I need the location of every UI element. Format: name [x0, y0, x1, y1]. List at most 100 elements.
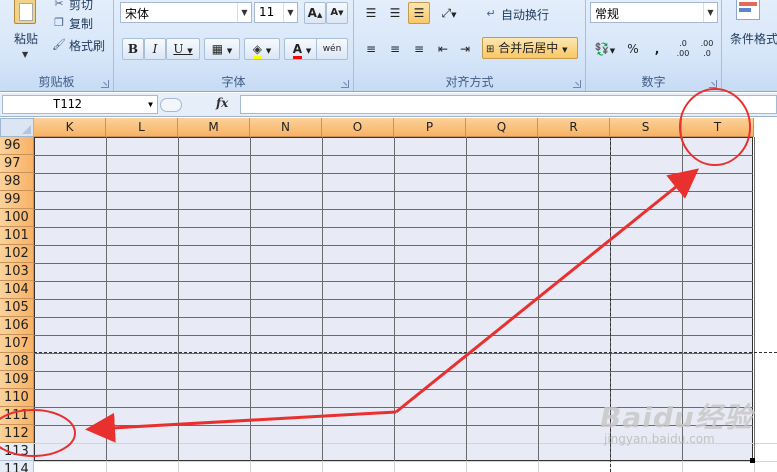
styles-group: 条件格式: [722, 0, 777, 91]
increase-decimal-button[interactable]: .0 .00: [672, 38, 694, 60]
name-box[interactable]: T112 ▼: [2, 95, 158, 114]
chevron-down-icon: ▼: [226, 47, 233, 55]
align-top-button[interactable]: ☰: [360, 2, 382, 24]
column-header-r[interactable]: R: [538, 118, 610, 137]
decrease-indent-button[interactable]: ⇤: [432, 38, 454, 60]
align-bottom-button[interactable]: ☰: [408, 2, 430, 24]
align-middle-button[interactable]: ☰: [384, 2, 406, 24]
format-painter-button[interactable]: 🖌 格式刷: [52, 35, 105, 55]
conditional-format-button[interactable]: 条件格式: [730, 28, 777, 48]
borders-button[interactable]: ▦ ▼: [204, 38, 240, 60]
merge-center-button[interactable]: ⊞ 合并后居中 ▼: [482, 37, 578, 59]
clipboard-launcher-icon[interactable]: [101, 80, 109, 88]
number-format-select[interactable]: 常规 ▼: [590, 2, 718, 23]
ribbon: 粘贴 ▼ ✂ 剪切 ❐ 复制 🖌 格式刷 剪贴板 宋体 ▼ 11 ▼ A▲ A▼…: [0, 0, 777, 92]
paste-dropdown-icon[interactable]: ▼: [22, 50, 28, 59]
row-header-100[interactable]: 100: [0, 209, 34, 227]
column-header-n[interactable]: N: [250, 118, 322, 137]
alignment-group-label: 对齐方式: [445, 75, 494, 89]
conditional-format-icon: [736, 0, 760, 20]
clipboard-group: 粘贴 ▼ ✂ 剪切 ❐ 复制 🖌 格式刷 剪贴板: [0, 0, 114, 91]
row-header-113[interactable]: 113: [0, 443, 34, 461]
chevron-down-icon: ▼: [305, 47, 312, 55]
paste-button[interactable]: 粘贴 ▼: [6, 0, 46, 66]
align-center-button[interactable]: ≡: [384, 38, 406, 60]
decrease-decimal-button[interactable]: .00 .0: [696, 38, 718, 60]
baidu-watermark: Baidu经验 jingyan.baidu.com: [600, 401, 753, 446]
font-name-select[interactable]: 宋体 ▼: [120, 2, 252, 23]
font-color-button[interactable]: A ▼: [284, 38, 320, 60]
grow-arrow-icon: ▲: [316, 11, 323, 19]
border-grid-icon: ▦: [211, 42, 224, 56]
page-break-horizontal: [34, 352, 777, 353]
chevron-down-icon: ▼: [451, 11, 457, 19]
underline-button[interactable]: U ▼: [166, 38, 200, 60]
row-header-107[interactable]: 107: [0, 335, 34, 353]
select-all-corner[interactable]: [0, 118, 34, 137]
align-left-button[interactable]: ≡: [360, 38, 382, 60]
currency-icon: 💱: [594, 42, 610, 56]
row-header-109[interactable]: 109: [0, 371, 34, 389]
insert-function-icon[interactable]: fx: [216, 96, 228, 110]
cut-button[interactable]: ✂ 剪切: [52, 0, 93, 14]
formula-bar-splitter[interactable]: [160, 98, 182, 112]
row-header-104[interactable]: 104: [0, 281, 34, 299]
column-header-s[interactable]: S: [610, 118, 682, 137]
bold-button[interactable]: B: [122, 38, 144, 60]
alignment-group: ☰ ☰ ☰ ⤢▼ ↵ 自动换行 ≡ ≡ ≡ ⇤ ⇥ ⊞ 合并后居中 ▼ 对齐方式: [354, 0, 586, 91]
row-header-103[interactable]: 103: [0, 263, 34, 281]
row-header-97[interactable]: 97: [0, 155, 34, 173]
font-size-select[interactable]: 11 ▼: [254, 2, 298, 23]
copy-button[interactable]: ❐ 复制: [52, 13, 93, 33]
fill-color-button[interactable]: ◈ ▼: [244, 38, 280, 60]
font-group-label: 字体: [221, 75, 246, 89]
row-header-99[interactable]: 99: [0, 191, 34, 209]
column-header-k[interactable]: K: [34, 118, 106, 137]
row-header-101[interactable]: 101: [0, 227, 34, 245]
grow-font-button[interactable]: A▲: [304, 2, 326, 24]
number-launcher-icon[interactable]: [709, 80, 717, 88]
row-header-108[interactable]: 108: [0, 353, 34, 371]
chevron-down-icon: ▼: [265, 47, 272, 55]
comma-button[interactable]: ,: [646, 38, 668, 60]
wrap-text-button[interactable]: ↵ 自动换行: [484, 4, 549, 24]
column-header-q[interactable]: Q: [466, 118, 538, 137]
paste-icon: [14, 0, 36, 24]
row-header-98[interactable]: 98: [0, 173, 34, 191]
font-group: 宋体 ▼ 11 ▼ A▲ A▼ B I U ▼ ▦ ▼ ◈ ▼ A ▼ wén …: [114, 0, 354, 91]
font-launcher-icon[interactable]: [341, 80, 349, 88]
column-header-o[interactable]: O: [322, 118, 394, 137]
wrap-text-icon: ↵: [486, 7, 496, 20]
row-header-106[interactable]: 106: [0, 317, 34, 335]
align-right-button[interactable]: ≡: [408, 38, 430, 60]
percent-button[interactable]: %: [622, 38, 644, 60]
column-header-m[interactable]: M: [178, 118, 250, 137]
chevron-down-icon: ▼: [562, 46, 568, 54]
number-group-label: 数字: [641, 75, 666, 89]
column-header-l[interactable]: L: [106, 118, 178, 137]
column-header-t[interactable]: T: [682, 118, 754, 137]
align-left-icon: ≡: [365, 42, 377, 56]
shrink-font-button[interactable]: A▼: [326, 2, 348, 24]
column-header-p[interactable]: P: [394, 118, 466, 137]
chevron-down-icon[interactable]: ▼: [148, 96, 153, 113]
alignment-launcher-icon[interactable]: [573, 80, 581, 88]
orientation-button[interactable]: ⤢▼: [434, 2, 464, 24]
row-header-102[interactable]: 102: [0, 245, 34, 263]
increase-indent-button[interactable]: ⇥: [454, 38, 476, 60]
row-header-114[interactable]: 114: [0, 461, 34, 472]
align-bottom-icon: ☰: [413, 6, 425, 20]
italic-button[interactable]: I: [144, 38, 166, 60]
row-header-96[interactable]: 96: [0, 137, 34, 155]
phonetic-button[interactable]: wén: [316, 38, 348, 60]
row-header-110[interactable]: 110: [0, 389, 34, 407]
align-top-icon: ☰: [365, 6, 377, 20]
merge-cells-icon: ⊞: [486, 44, 495, 55]
accounting-format-button[interactable]: 💱▼: [590, 38, 620, 60]
formula-input[interactable]: [240, 95, 777, 114]
align-middle-icon: ☰: [389, 6, 401, 20]
row-header-105[interactable]: 105: [0, 299, 34, 317]
row-header-112[interactable]: 112: [0, 425, 34, 443]
paste-label: 粘贴: [13, 32, 38, 46]
row-header-111[interactable]: 111: [0, 407, 34, 425]
